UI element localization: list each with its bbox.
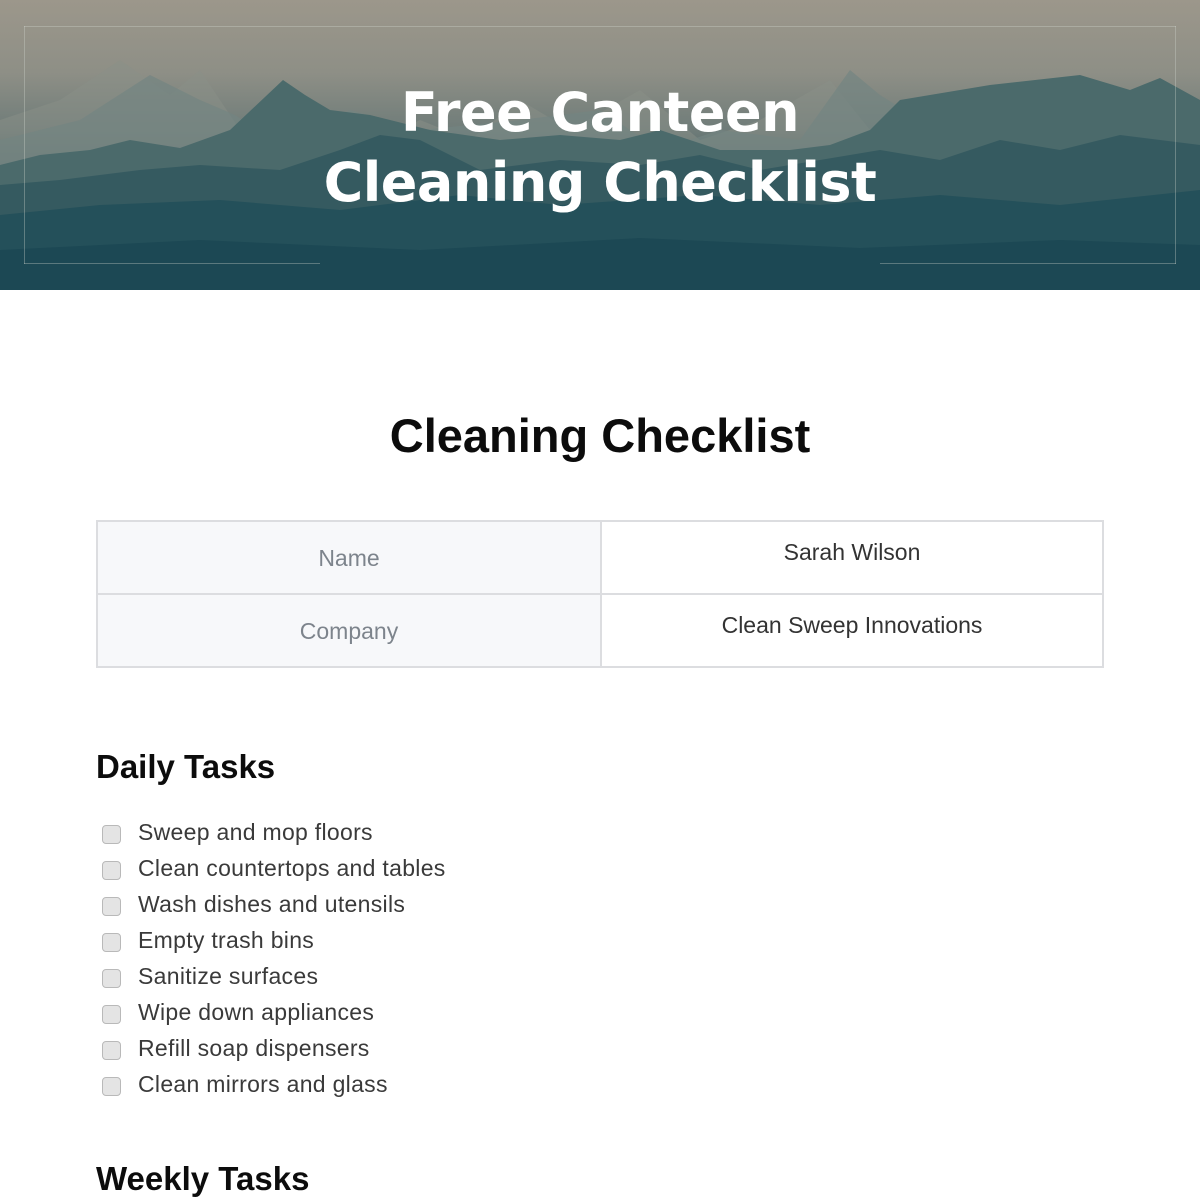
task-checkbox[interactable] bbox=[102, 824, 121, 844]
task-label: Sweep and mop floors bbox=[138, 818, 373, 845]
task-item: Wipe down appliances bbox=[102, 994, 446, 1030]
hero-banner: Free Canteen Cleaning Checklist bbox=[0, 0, 1200, 290]
weekly-tasks-heading: Weekly Tasks bbox=[96, 1160, 310, 1197]
name-value[interactable]: Sarah Wilson bbox=[600, 520, 1104, 595]
task-checkbox[interactable] bbox=[102, 860, 121, 880]
daily-tasks-heading: Daily Tasks bbox=[96, 748, 276, 785]
task-item: Clean mirrors and glass bbox=[102, 1066, 446, 1102]
company-label: Company bbox=[96, 593, 602, 668]
task-item: Clean countertops and tables bbox=[102, 850, 446, 886]
name-label: Name bbox=[96, 520, 602, 595]
hero-title-line-2: Cleaning Checklist bbox=[323, 151, 877, 214]
task-label: Refill soap dispensers bbox=[138, 1034, 370, 1061]
task-label: Clean mirrors and glass bbox=[138, 1070, 388, 1097]
frame-border-bottom-left bbox=[24, 263, 320, 264]
task-item: Sweep and mop floors bbox=[102, 814, 446, 850]
task-item: Empty trash bins bbox=[102, 922, 446, 958]
task-checkbox[interactable] bbox=[102, 1076, 121, 1096]
info-row-company: Company Clean Sweep Innovations bbox=[96, 593, 1104, 668]
task-label: Clean countertops and tables bbox=[138, 854, 446, 881]
frame-border-bottom-right bbox=[880, 263, 1176, 264]
task-label: Wash dishes and utensils bbox=[138, 890, 406, 917]
document-title: Cleaning Checklist bbox=[389, 409, 811, 462]
hero-title-line-1: Free Canteen bbox=[400, 81, 800, 144]
task-item: Sanitize surfaces bbox=[102, 958, 446, 994]
task-checkbox[interactable] bbox=[102, 1040, 121, 1060]
task-item: Wash dishes and utensils bbox=[102, 886, 446, 922]
info-table: Name Sarah Wilson Company Clean Sweep In… bbox=[96, 520, 1104, 668]
task-checkbox[interactable] bbox=[102, 932, 121, 952]
frame-border-top bbox=[24, 26, 1176, 27]
task-label: Empty trash bins bbox=[138, 926, 315, 953]
task-checkbox[interactable] bbox=[102, 896, 121, 916]
task-item: Refill soap dispensers bbox=[102, 1030, 446, 1066]
task-checkbox[interactable] bbox=[102, 968, 121, 988]
task-label: Wipe down appliances bbox=[138, 998, 375, 1025]
company-value[interactable]: Clean Sweep Innovations bbox=[600, 593, 1104, 668]
task-checkbox[interactable] bbox=[102, 1004, 121, 1024]
task-label: Sanitize surfaces bbox=[138, 962, 319, 989]
info-row-name: Name Sarah Wilson bbox=[96, 520, 1104, 595]
hero-title: Free Canteen Cleaning Checklist bbox=[0, 78, 1200, 218]
daily-task-list: Sweep and mop floors Clean countertops a… bbox=[102, 814, 446, 1102]
